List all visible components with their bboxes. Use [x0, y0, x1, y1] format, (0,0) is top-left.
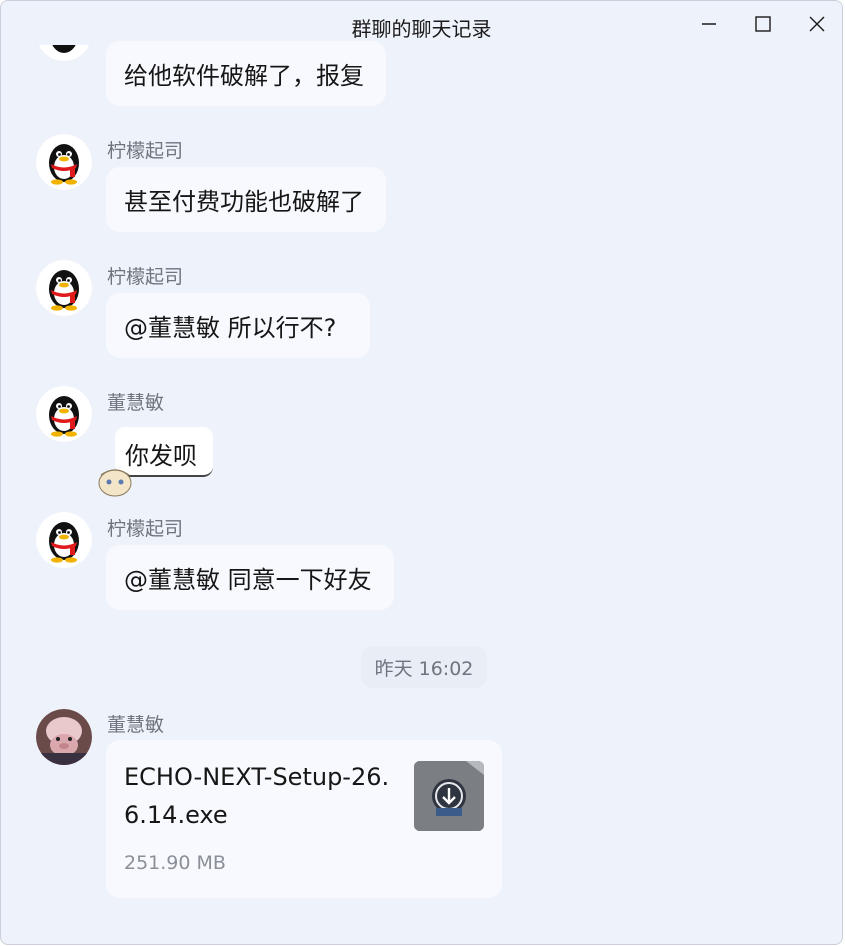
avatar[interactable] [36, 260, 92, 316]
file-size: 251.90 MB [124, 852, 226, 874]
file-message-card[interactable]: ECHO-NEXT-Setup-26.6.14.exe 251.90 MB [106, 740, 502, 898]
sender-name: 董慧敏 [107, 714, 165, 736]
sender-name: 柠檬起司 [107, 140, 184, 162]
download-icon [414, 761, 484, 831]
file-name: ECHO-NEXT-Setup-26.6.14.exe [124, 763, 390, 829]
bubble-sticker-icon [98, 469, 132, 497]
sender-name: 柠檬起司 [107, 518, 184, 540]
timestamp-divider: 昨天 16:02 [361, 646, 487, 688]
sender-name: 柠檬起司 [107, 266, 184, 288]
message-bubble[interactable]: @董慧敏 所以行不? [106, 293, 370, 358]
qq-penguin-icon [36, 386, 92, 442]
qq-penguin-icon [36, 134, 92, 190]
avatar[interactable] [36, 45, 92, 61]
message-bubble[interactable]: 给他软件破解了，报复 [106, 41, 386, 106]
avatar[interactable] [36, 134, 92, 190]
photo-avatar-icon [36, 709, 92, 765]
message-bubble[interactable]: 甚至付费功能也破解了 [106, 167, 386, 232]
qq-penguin-icon [38, 45, 90, 61]
avatar[interactable] [36, 386, 92, 442]
avatar[interactable] [36, 512, 92, 568]
message-text: @董慧敏 同意一下好友 [124, 566, 372, 594]
message-text: 你发呗 [125, 442, 197, 470]
message-text: 给他软件破解了，报复 [124, 62, 364, 90]
sender-name: 董慧敏 [107, 392, 165, 414]
qq-penguin-icon [36, 512, 92, 568]
avatar[interactable] [36, 709, 92, 765]
message-bubble[interactable]: @董慧敏 同意一下好友 [106, 545, 394, 610]
timestamp-text: 昨天 16:02 [374, 657, 474, 680]
message-text: 甚至付费功能也破解了 [124, 188, 364, 216]
message-list[interactable]: 给他软件破解了，报复 柠檬起司 甚至付费功能也破解了 柠檬起司 @董慧敏 所以行… [1, 1, 842, 944]
exe-file-icon[interactable] [414, 761, 484, 831]
message-text: @董慧敏 所以行不? [124, 314, 337, 342]
qq-penguin-icon [36, 260, 92, 316]
chat-history-window: 群聊的聊天记录 给他软件破解了，报复 柠檬起司 甚至付费功能也破解了 柠檬起司 … [0, 0, 843, 945]
